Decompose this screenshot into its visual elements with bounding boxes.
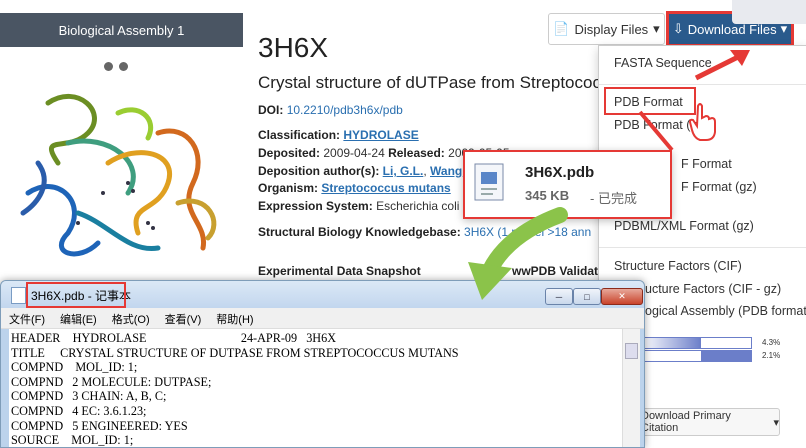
download-status: - 已完成 bbox=[590, 191, 637, 206]
dropdown-item-pdbml[interactable]: PDBML/XML Format (gz) bbox=[614, 219, 754, 233]
dropdown-item-mmcif-gz[interactable]: F Format (gz) bbox=[681, 180, 757, 194]
expression-row: Expression System: Escherichia coli bbox=[258, 199, 459, 213]
biological-assembly-panel: Biological Assembly 1 bbox=[0, 13, 243, 288]
validation-pct: 4.3% bbox=[762, 338, 781, 347]
download-citation-button[interactable]: Download Primary Citation ▾ bbox=[640, 408, 780, 436]
text-line: COMPND 2 MOLECULE: DUTPASE; bbox=[11, 374, 212, 389]
pdb-format-highlight bbox=[604, 87, 696, 115]
citation-label: Download Primary Citation bbox=[641, 410, 731, 434]
text-line: HEADER HYDROLASE 24-APR-09 3H6X bbox=[11, 331, 336, 345]
notepad-titlebar[interactable]: 3H6X.pdb - 记事本 ─ □ ✕ bbox=[1, 281, 644, 308]
deposited-value: 2009-04-24 bbox=[323, 146, 385, 160]
dropdown-item-structure-factors-gz[interactable]: ucture Factors (CIF - gz) bbox=[645, 282, 781, 296]
green-arrow-icon bbox=[482, 207, 568, 278]
site-logo bbox=[732, 0, 806, 24]
protein-structure-image[interactable] bbox=[8, 73, 233, 273]
display-files-label: Display Files bbox=[574, 21, 649, 37]
dropdown-divider bbox=[599, 84, 806, 85]
file-icon: 📄 bbox=[553, 21, 570, 36]
author-link-2[interactable]: Wang bbox=[430, 164, 462, 178]
notepad-menubar: 文件(F) 编辑(E) 格式(O) 查看(V) 帮助(H) bbox=[1, 308, 644, 329]
text-line: COMPND 5 ENGINEERED: YES bbox=[11, 418, 188, 433]
download-icon: ⇩ bbox=[672, 21, 684, 36]
menu-edit[interactable]: 编辑(E) bbox=[52, 308, 104, 328]
dropdown-divider bbox=[599, 247, 806, 248]
classification-label: Classification: bbox=[258, 128, 341, 142]
close-button[interactable]: ✕ bbox=[601, 288, 643, 305]
dropdown-item-biological-assembly[interactable]: ogical Assembly (PDB format - bbox=[645, 304, 806, 318]
expression-value: Escherichia coli bbox=[376, 199, 460, 213]
notepad-icon bbox=[11, 287, 26, 304]
maximize-button[interactable]: □ bbox=[573, 288, 601, 305]
released-label: Released: bbox=[388, 146, 445, 160]
doi-link[interactable]: 10.2210/pdb3h6x/pdb bbox=[287, 103, 403, 117]
menu-format[interactable]: 格式(O) bbox=[104, 308, 157, 328]
scrollbar-thumb[interactable] bbox=[625, 343, 638, 359]
validation-bar bbox=[640, 337, 752, 349]
downloaded-filename: 3H6X.pdb bbox=[525, 164, 595, 181]
snapshot-label: Experimental Data Snapshot bbox=[258, 264, 421, 278]
text-line: COMPND 4 EC: 3.6.1.23; bbox=[11, 403, 147, 418]
display-files-button[interactable]: 📄 Display Files ▾ bbox=[548, 13, 665, 45]
dropdown-item-fasta[interactable]: FASTA Sequence bbox=[614, 56, 712, 70]
notepad-window: 3H6X.pdb - 记事本 ─ □ ✕ 文件(F) 编辑(E) 格式(O) 查… bbox=[0, 280, 645, 448]
pointer-hand-icon bbox=[688, 103, 716, 141]
classification-link[interactable]: HYDROLASE bbox=[343, 128, 418, 142]
caret-down-icon: ▾ bbox=[653, 21, 660, 36]
knowledgebase-link[interactable]: 3H6X bbox=[464, 225, 494, 239]
menu-view[interactable]: 查看(V) bbox=[157, 308, 209, 328]
text-line: COMPND 3 CHAIN: A, B, C; bbox=[11, 389, 167, 404]
author-link[interactable]: Li, G.L. bbox=[383, 164, 424, 178]
structure-title: Crystal structure of dUTPase from Strept… bbox=[258, 73, 628, 92]
doi-row: DOI: 10.2210/pdb3h6x/pdb bbox=[258, 103, 403, 117]
carousel-dots[interactable] bbox=[104, 62, 128, 71]
knowledgebase-row: Structural Biology Knowledgebase: 3H6X (… bbox=[258, 225, 591, 239]
knowledgebase-more[interactable]: (1 model >18 ann bbox=[497, 225, 591, 239]
organism-row: Organism: Streptococcus mutans bbox=[258, 181, 451, 195]
text-line: TITLE CRYSTAL STRUCTURE OF DUTPASE FROM … bbox=[11, 345, 459, 360]
page-title: 3H6X bbox=[258, 32, 329, 63]
assembly-header: Biological Assembly 1 bbox=[0, 13, 243, 47]
menu-help[interactable]: 帮助(H) bbox=[208, 308, 260, 328]
knowledgebase-label: Structural Biology Knowledgebase: bbox=[258, 225, 461, 239]
expression-label: Expression System: bbox=[258, 199, 373, 213]
text-line: SOURCE MOL_ID: 1; bbox=[11, 433, 134, 448]
notepad-text-area[interactable]: HEADER HYDROLASE 24-APR-09 3H6X TITLE CR… bbox=[9, 329, 622, 447]
menu-file[interactable]: 文件(F) bbox=[1, 308, 52, 328]
document-icon bbox=[474, 163, 504, 201]
dropdown-item-mmcif[interactable]: F Format bbox=[681, 157, 732, 171]
download-complete-popup[interactable]: 3H6X.pdb 345 KB - 已完成 bbox=[463, 150, 672, 219]
authors-label: Deposition author(s): bbox=[258, 164, 380, 178]
doi-label: DOI: bbox=[258, 103, 284, 117]
minimize-button[interactable]: ─ bbox=[545, 288, 573, 305]
authors-row: Deposition author(s): Li, G.L., Wang bbox=[258, 164, 463, 178]
validation-bar bbox=[640, 350, 752, 362]
downloaded-size: 345 KB bbox=[525, 188, 570, 203]
validation-pct: 2.1% bbox=[762, 351, 781, 360]
classification-row: Classification: HYDROLASE bbox=[258, 128, 419, 142]
validation-panel bbox=[620, 320, 806, 420]
deposited-label: Deposited: bbox=[258, 146, 321, 160]
title-highlight bbox=[26, 282, 126, 308]
organism-link[interactable]: Streptococcus mutans bbox=[321, 181, 450, 195]
vertical-scrollbar[interactable] bbox=[622, 329, 640, 447]
dropdown-item-structure-factors[interactable]: Structure Factors (CIF) bbox=[614, 259, 742, 273]
text-line: COMPND MOL_ID: 1; bbox=[11, 360, 138, 375]
snapshot-heading: Experimental Data Snapshot bbox=[258, 264, 421, 278]
organism-label: Organism: bbox=[258, 181, 319, 195]
